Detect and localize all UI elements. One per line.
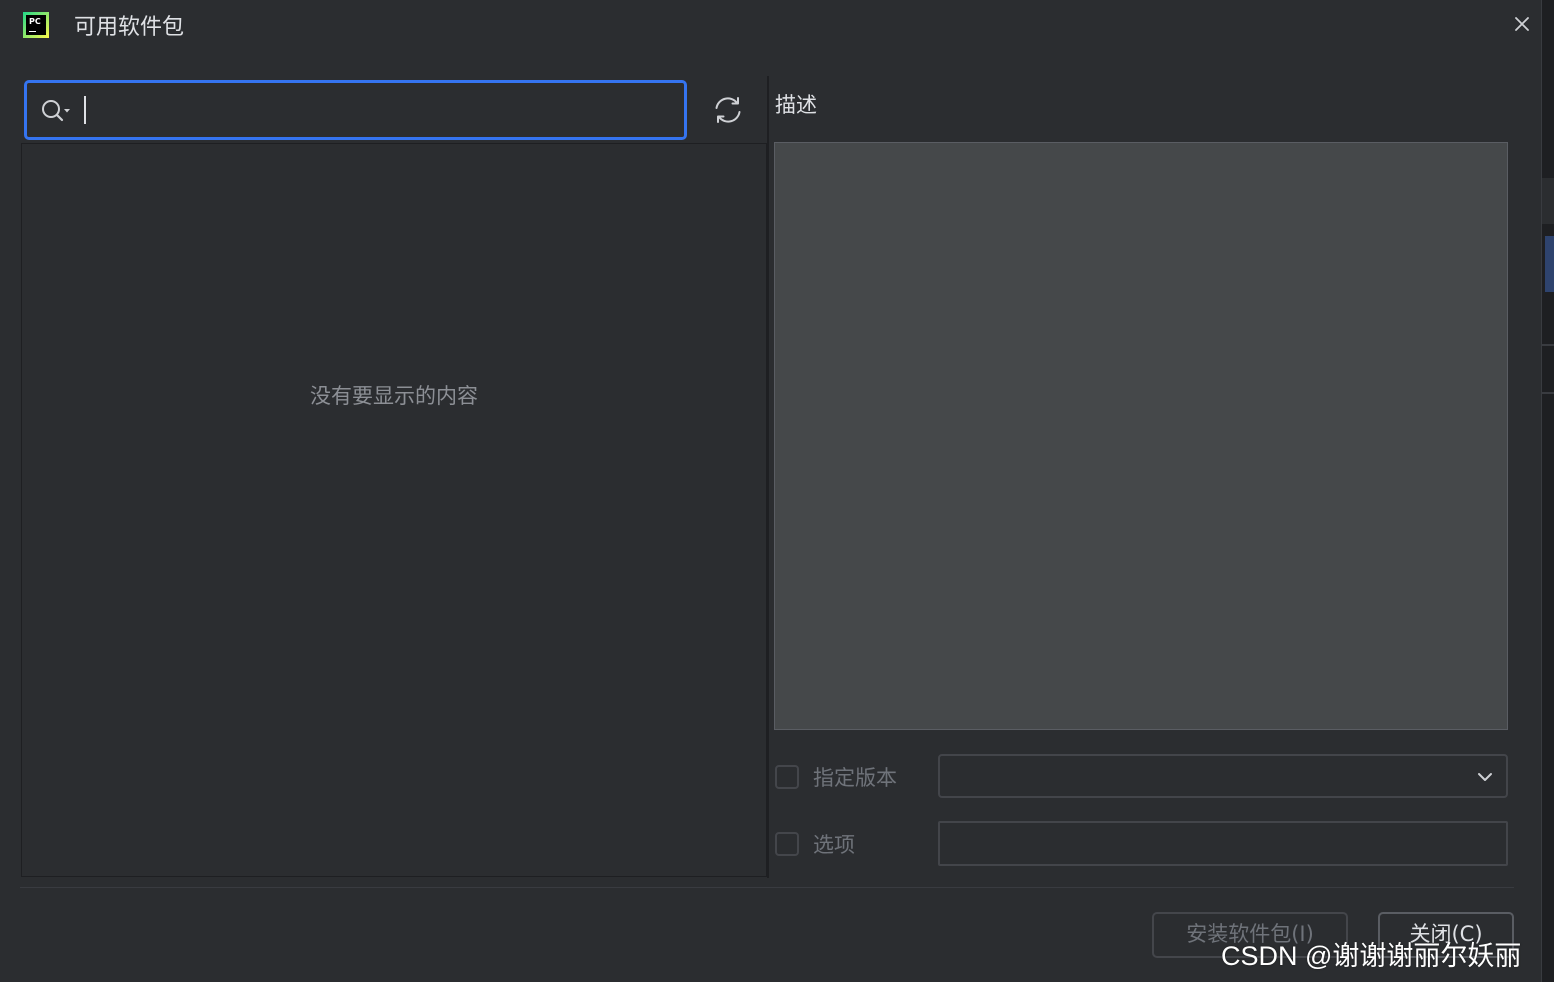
empty-list-text: 没有要显示的内容 [310,384,478,408]
background-window-divider [1542,344,1554,346]
version-select[interactable] [938,754,1508,798]
background-window-edge [1541,0,1554,982]
text-caret [84,96,86,124]
package-list[interactable]: 没有要显示的内容 [21,143,767,877]
refresh-icon[interactable] [710,92,746,128]
background-window-divider [1542,392,1554,394]
specify-version-checkbox[interactable] [775,765,799,789]
background-window-field [1542,178,1554,224]
search-field[interactable] [24,80,687,140]
options-input[interactable] [938,821,1508,866]
chevron-down-icon[interactable] [1476,768,1494,786]
panel-splitter[interactable] [767,76,769,878]
dialog-available-packages: PC 可用软件包 没有要显示的内容 描述 指定版本 选项 安装软件包(I) 关闭… [0,0,1554,982]
search-input[interactable] [87,91,681,131]
description-label: 描述 [775,93,817,117]
footer-divider [20,887,1514,888]
specify-version-label: 指定版本 [813,766,897,790]
dialog-title: 可用软件包 [74,15,185,40]
csdn-watermark: CSDN @谢谢谢丽尔妖丽 [1221,941,1522,971]
description-panel [774,142,1508,730]
options-label: 选项 [813,833,855,857]
search-icon[interactable] [40,97,76,125]
close-icon[interactable] [1510,12,1534,36]
background-window-selection [1545,236,1554,292]
options-checkbox[interactable] [775,832,799,856]
pycharm-logo-icon: PC [23,12,49,38]
